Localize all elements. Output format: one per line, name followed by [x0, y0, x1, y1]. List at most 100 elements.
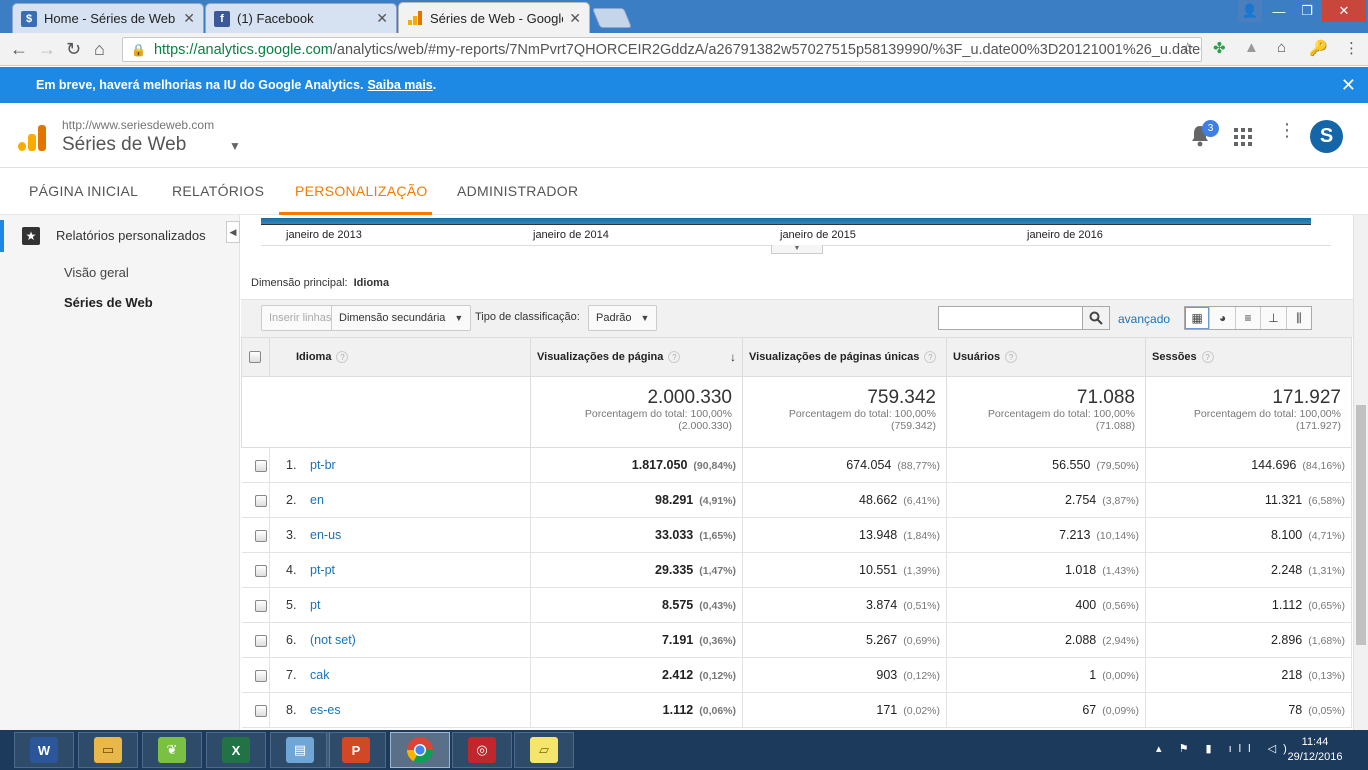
nav-relatorios[interactable]: RELATÓRIOS — [172, 183, 264, 199]
row-language-link[interactable]: pt — [310, 598, 320, 612]
cell-pageviews-pct: (0,06%) — [699, 705, 736, 717]
row-checkbox[interactable] — [241, 587, 270, 623]
chevron-down-icon[interactable]: ▼ — [229, 139, 241, 153]
cell-unique-pageviews: 674.054 — [846, 458, 892, 472]
reload-icon[interactable]: ↻ — [66, 39, 81, 60]
notepad-icon[interactable]: ▤ — [270, 732, 330, 768]
row-checkbox[interactable] — [241, 657, 270, 693]
performance-view-icon[interactable]: ≡ — [1236, 307, 1262, 329]
sidebar-item-custom-reports[interactable]: Relatórios personalizados — [56, 228, 206, 243]
taskbar-clock[interactable]: 11:44 29/12/2016 — [1278, 735, 1352, 765]
row-language-link[interactable]: pt-pt — [310, 563, 335, 577]
scrollbar-thumb[interactable] — [1356, 405, 1366, 645]
page-scrollbar[interactable] — [1353, 215, 1368, 730]
pivot-view-icon[interactable]: ⫼ — [1287, 307, 1311, 329]
row-language-link[interactable]: en-us — [310, 528, 341, 542]
sidebar-item-overview[interactable]: Visão geral — [64, 265, 129, 280]
row-language-link[interactable]: pt-br — [310, 458, 336, 472]
apps-grid-icon[interactable] — [1234, 128, 1252, 146]
banner-link[interactable]: Saiba mais — [367, 78, 432, 92]
star-icon: ★ — [22, 227, 40, 245]
pie-view-icon[interactable]: ◕ — [1210, 307, 1236, 329]
help-icon: ? — [924, 351, 937, 363]
sidebar-item-series-de-web[interactable]: Séries de Web — [64, 295, 153, 310]
tab-google-analytics[interactable]: Séries de Web - Google A ✕ — [398, 2, 590, 33]
row-language-link[interactable]: es-es — [310, 703, 341, 717]
sort-type-label: Tipo de classificação: — [475, 311, 580, 323]
search-icon[interactable] — [1082, 306, 1110, 330]
drive-icon[interactable]: ▲ — [1244, 39, 1259, 56]
extension-bag-icon[interactable]: ⌂ — [1277, 39, 1286, 56]
powerpoint-icon[interactable]: P — [326, 732, 386, 768]
back-arrow-icon[interactable]: ← — [10, 39, 28, 60]
nav-personalizacao[interactable]: PERSONALIZAÇÃO — [295, 183, 428, 199]
user-profile-icon[interactable]: 👤 — [1238, 0, 1262, 22]
new-tab-button[interactable] — [591, 8, 633, 28]
sidebar-active-indicator — [0, 220, 4, 252]
site-url: http://www.seriesdeweb.com — [62, 118, 215, 132]
lock-icon: 🔒 — [131, 42, 146, 57]
table-row: 6. (not set) 7.191 (0,36%) 5.267 (0,69%) 2.088… — [241, 622, 1352, 658]
system-tray[interactable]: ▴ ⚑ ▮ ıll ◁) — [1156, 742, 1294, 755]
bookmark-star-icon[interactable]: ☆ — [1181, 39, 1194, 57]
extension-green-icon[interactable]: ✤ — [1213, 39, 1226, 57]
col-header-users[interactable]: Usuários? — [946, 337, 1146, 377]
photo-booth-icon[interactable]: ◎ — [452, 732, 512, 768]
restore-icon[interactable]: ❐ — [1294, 0, 1320, 22]
url-field[interactable]: 🔒 https://analytics.google.com/analytics… — [122, 37, 1202, 62]
nav-administrador[interactable]: ADMINISTRADOR — [457, 183, 578, 199]
evernote-icon[interactable]: ❦ — [142, 732, 202, 768]
row-checkbox[interactable] — [241, 447, 270, 483]
close-window-icon[interactable]: ✕ — [1322, 0, 1366, 22]
row-checkbox[interactable] — [241, 552, 270, 588]
col-header-unique-pageviews[interactable]: Visualizações de páginas únicas? — [742, 337, 947, 377]
row-index: 4. — [286, 563, 297, 577]
tab-facebook[interactable]: f (1) Facebook ✕ — [205, 3, 397, 33]
file-explorer-icon[interactable]: ▭ — [78, 732, 138, 768]
account-selector[interactable]: Séries de Web — [62, 134, 186, 156]
row-checkbox[interactable] — [241, 482, 270, 518]
advanced-filter-link[interactable]: avançado — [1118, 312, 1170, 326]
cell-sessions-pct: (0,65%) — [1308, 600, 1345, 612]
secondary-dimension-dropdown[interactable]: Dimensão secundária ▼ — [331, 305, 472, 331]
chrome-menu-icon[interactable]: ⋮ — [1344, 39, 1359, 57]
row-checkbox[interactable] — [241, 517, 270, 553]
table-view-icon[interactable]: ▦ — [1185, 307, 1211, 329]
caret-down-icon: ▼ — [454, 313, 464, 323]
chrome-icon[interactable] — [390, 732, 450, 768]
cell-users: 2.754 — [1064, 493, 1097, 507]
primary-dimension-value[interactable]: Idioma — [354, 277, 389, 289]
word-icon[interactable]: W — [14, 732, 74, 768]
excel-icon[interactable]: X — [206, 732, 266, 768]
tab-home-series-de-web[interactable]: $ Home - Séries de Web ✕ — [12, 3, 204, 33]
close-tab-icon[interactable]: ✕ — [569, 10, 581, 27]
cell-pageviews: 98.291 — [655, 493, 694, 507]
expand-chart-handle[interactable]: ▼ — [771, 245, 823, 254]
cell-unique-pageviews: 10.551 — [859, 563, 898, 577]
forward-arrow-icon[interactable]: → — [38, 39, 56, 60]
more-options-icon[interactable]: ⋮ — [1278, 121, 1296, 139]
collapse-sidebar-icon[interactable]: ◀ — [226, 221, 240, 243]
nav-pagina-inicial[interactable]: PÁGINA INICIAL — [29, 183, 138, 199]
close-tab-icon[interactable]: ✕ — [183, 10, 195, 27]
close-tab-icon[interactable]: ✕ — [376, 10, 388, 27]
minimize-icon[interactable]: — — [1266, 0, 1292, 22]
avatar[interactable]: S — [1310, 120, 1343, 153]
row-language-link[interactable]: cak — [310, 668, 329, 682]
extension-key-icon[interactable]: 🔑 — [1309, 39, 1328, 57]
row-language-link[interactable]: (not set) — [310, 633, 356, 647]
close-banner-icon[interactable]: ✕ — [1341, 75, 1356, 96]
home-icon[interactable]: ⌂ — [94, 39, 105, 60]
col-header-idioma[interactable]: Idioma? — [269, 337, 531, 377]
sticky-notes-icon[interactable]: ▱ — [514, 732, 574, 768]
col-header-sessions[interactable]: Sessões? — [1145, 337, 1352, 377]
insert-rows-button[interactable]: Inserir linhas — [261, 305, 340, 331]
comparison-view-icon[interactable]: ⊥ — [1261, 307, 1287, 329]
row-checkbox[interactable] — [241, 692, 270, 728]
col-header-pageviews[interactable]: Visualizações de página? ↓ — [530, 337, 743, 377]
row-language-link[interactable]: en — [310, 493, 324, 507]
select-all-checkbox[interactable] — [241, 337, 270, 377]
row-checkbox[interactable] — [241, 622, 270, 658]
sort-type-dropdown[interactable]: Padrão ▼ — [588, 305, 658, 331]
timeline-label: janeiro de 2013 — [286, 229, 362, 241]
